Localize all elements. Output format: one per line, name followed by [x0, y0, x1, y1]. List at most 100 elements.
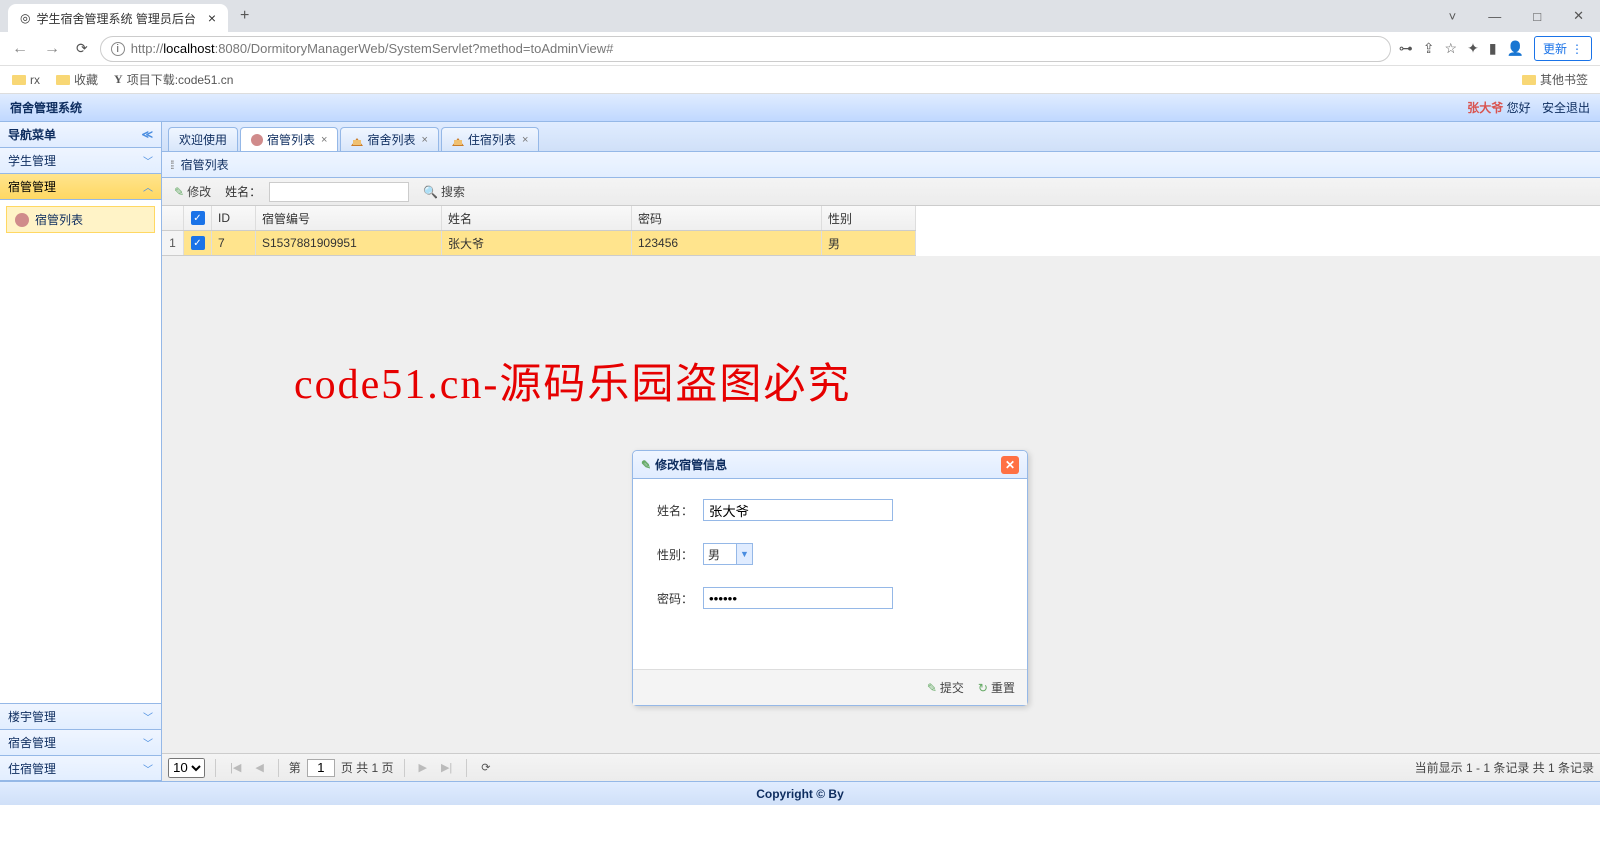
tab-dorm-list[interactable]: 宿舍列表×: [340, 127, 438, 151]
folder-icon: [12, 75, 26, 85]
maximize-icon[interactable]: □: [1525, 5, 1549, 28]
col-sn[interactable]: 宿管编号: [256, 206, 442, 230]
submit-button[interactable]: ✎提交: [927, 679, 964, 696]
sex-combo[interactable]: 男 ▼: [703, 543, 753, 565]
update-button[interactable]: 更新 ⋮: [1534, 36, 1592, 61]
user-name: 张大爷: [1467, 101, 1503, 115]
extensions-icon[interactable]: ✦: [1467, 40, 1479, 57]
nav-lodging[interactable]: 住宿管理﹀: [0, 755, 161, 781]
app-title: 宿舍管理系统: [10, 99, 82, 116]
info-icon[interactable]: i: [111, 42, 125, 56]
key-icon[interactable]: ⊶: [1399, 40, 1413, 57]
dialog-title-bar[interactable]: ✎ 修改宿管信息 ✕: [633, 451, 1027, 479]
forward-button[interactable]: →: [40, 36, 64, 62]
nav-dormmanager[interactable]: 宿管管理︿: [0, 174, 161, 200]
window-close-icon[interactable]: ✕: [1565, 4, 1592, 28]
name-filter-label: 姓名：: [225, 183, 261, 200]
url-text: http://localhost:8080/DormitoryManagerWe…: [131, 41, 614, 56]
share-icon[interactable]: ⇪: [1423, 40, 1435, 57]
name-label: 姓名：: [651, 502, 693, 519]
password-input[interactable]: [703, 587, 893, 609]
chevron-down-icon[interactable]: ˅: [1441, 5, 1465, 28]
collapse-icon[interactable]: ≪: [141, 128, 153, 141]
col-checkbox[interactable]: ✓: [184, 206, 212, 230]
edit-dialog: ✎ 修改宿管信息 ✕ 姓名： 性别： 男 ▼: [632, 450, 1028, 706]
footer: Copyright © By: [0, 781, 1600, 805]
first-page-button[interactable]: |◀: [226, 759, 245, 776]
refresh-button[interactable]: ⟳: [477, 759, 494, 776]
page-label-pre: 第: [289, 759, 301, 776]
chevron-up-icon: ︿: [143, 179, 153, 194]
tab-dormmanager-list[interactable]: 宿管列表×: [240, 127, 338, 151]
col-sex[interactable]: 性别: [822, 206, 916, 230]
search-button[interactable]: 🔍搜索: [417, 181, 471, 202]
user-icon: [15, 213, 29, 227]
reload-button[interactable]: ⟳: [72, 36, 92, 61]
chevron-down-icon: ﹀: [143, 709, 153, 724]
next-page-button[interactable]: ▶: [415, 759, 431, 776]
nav-link-dormmanager-list[interactable]: 宿管列表: [6, 206, 155, 233]
page-size-select[interactable]: 10: [168, 758, 205, 778]
grid-panel-header: ⁞⁞ 宿管列表: [162, 152, 1600, 178]
nav-link-label: 宿管列表: [35, 211, 83, 228]
tab-close-icon[interactable]: ×: [421, 134, 427, 146]
grid-toolbar: ✎修改 姓名： 🔍搜索: [162, 178, 1600, 206]
nav-building[interactable]: 楼宇管理﹀: [0, 703, 161, 729]
reset-button[interactable]: ↻重置: [978, 679, 1015, 696]
cell-sex: 男: [822, 231, 916, 255]
new-tab-button[interactable]: +: [236, 3, 253, 29]
profile-icon[interactable]: 👤: [1507, 40, 1524, 57]
folder-icon: [1522, 75, 1536, 85]
bookmarks-bar: rx 收藏 Y项目下载:code51.cn 其他书签: [0, 66, 1600, 94]
password-label: 密码：: [651, 590, 693, 607]
data-grid: ✓ ID 宿管编号 姓名 密码 性别 1 ✓ 7 S1537881909951 …: [162, 206, 1600, 256]
pencil-icon: ✎: [641, 458, 651, 472]
address-bar[interactable]: i http://localhost:8080/DormitoryManager…: [100, 36, 1391, 62]
logout-link[interactable]: 安全退出: [1542, 101, 1590, 115]
grip-icon: ⁞⁞: [170, 158, 173, 172]
prev-page-button[interactable]: ◀: [251, 759, 267, 776]
name-input[interactable]: [703, 499, 893, 521]
nav-dorm[interactable]: 宿舍管理﹀: [0, 729, 161, 755]
sex-value: 男: [708, 546, 720, 563]
chevron-down-icon: ﹀: [143, 153, 153, 168]
star-icon[interactable]: ☆: [1445, 40, 1458, 57]
browser-toolbar: ← → ⟳ i http://localhost:8080/DormitoryM…: [0, 32, 1600, 66]
col-pw[interactable]: 密码: [632, 206, 822, 230]
dialog-title: 修改宿管信息: [655, 456, 727, 473]
search-icon: 🔍: [423, 185, 438, 199]
tab-lodging-list[interactable]: 住宿列表×: [441, 127, 539, 151]
grid-row[interactable]: 1 ✓ 7 S1537881909951 张大爷 123456 男: [162, 231, 916, 256]
dialog-close-button[interactable]: ✕: [1001, 456, 1019, 474]
cell-checkbox[interactable]: ✓: [184, 231, 212, 255]
panel-icon[interactable]: ▮: [1489, 40, 1497, 57]
other-bookmarks[interactable]: 其他书签: [1522, 71, 1588, 88]
browser-tab[interactable]: ◎ 学生宿舍管理系统 管理员后台 ×: [8, 4, 228, 32]
col-id[interactable]: ID: [212, 206, 256, 230]
cell-pw: 123456: [632, 231, 822, 255]
last-page-button[interactable]: ▶|: [437, 759, 456, 776]
edit-button[interactable]: ✎修改: [168, 181, 217, 202]
minimize-icon[interactable]: —: [1480, 5, 1509, 28]
bookmark-fav[interactable]: 收藏: [56, 71, 98, 88]
tab-close-icon[interactable]: ×: [321, 134, 327, 146]
cell-sn: S1537881909951: [256, 231, 442, 255]
sex-label: 性别：: [651, 546, 693, 563]
col-name[interactable]: 姓名: [442, 206, 632, 230]
bookmark-rx[interactable]: rx: [12, 73, 40, 87]
name-filter-input[interactable]: [269, 182, 409, 202]
page-number-input[interactable]: [307, 759, 335, 777]
house-icon: [452, 134, 464, 146]
tab-close-icon[interactable]: ×: [522, 134, 528, 146]
back-button[interactable]: ←: [8, 36, 32, 62]
nav-student[interactable]: 学生管理﹀: [0, 148, 161, 174]
pencil-icon: ✎: [927, 681, 937, 695]
bookmark-dl[interactable]: Y项目下载:code51.cn: [114, 71, 233, 88]
browser-tab-title: 学生宿舍管理系统 管理员后台: [36, 10, 195, 27]
pagination-bar: 10 |◀ ◀ 第 页 共 1 页 ▶ ▶| ⟳ 当前显示 1 - 1 条记录 …: [162, 753, 1600, 781]
chevron-down-icon[interactable]: ▼: [736, 544, 752, 564]
tab-welcome[interactable]: 欢迎使用: [168, 127, 238, 151]
col-rownum: [162, 206, 184, 230]
tab-close-icon[interactable]: ×: [208, 10, 216, 26]
app-header: 宿舍管理系统 张大爷 您好 安全退出: [0, 94, 1600, 122]
